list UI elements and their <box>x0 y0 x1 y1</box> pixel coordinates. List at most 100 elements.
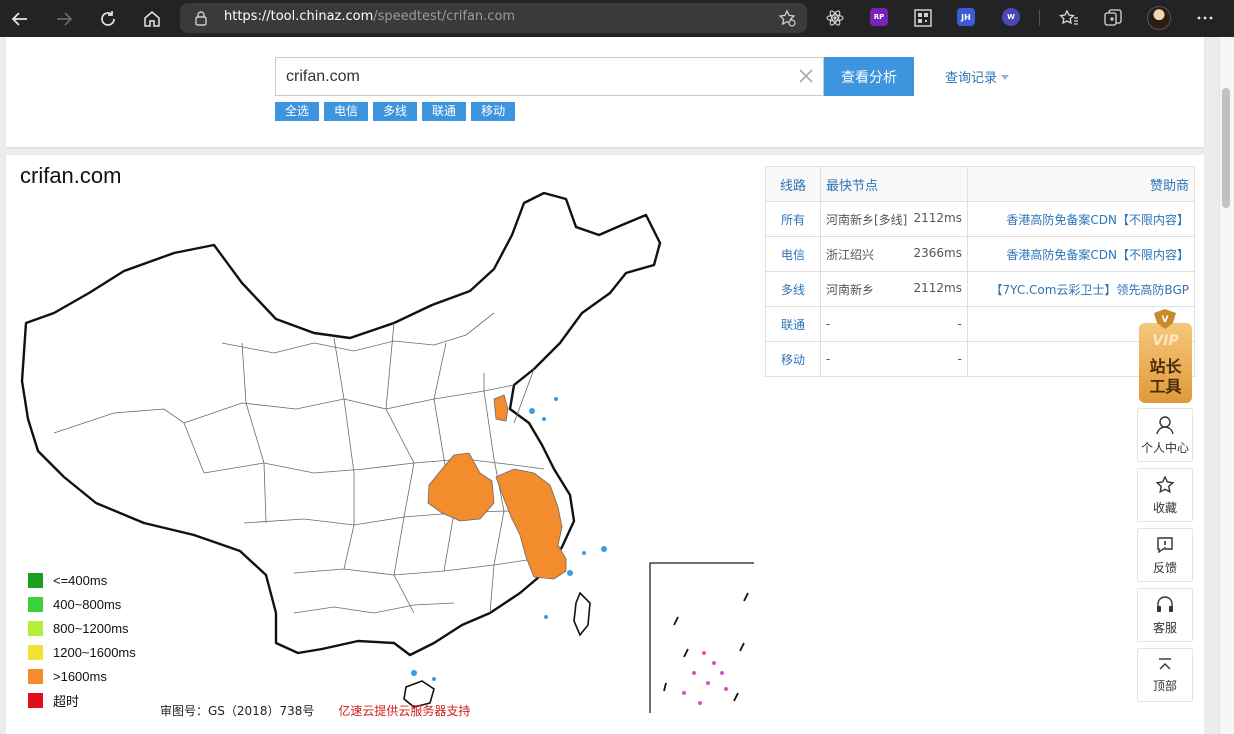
favorite-label: 收藏 <box>1152 500 1177 515</box>
cloud-support-link[interactable]: 亿速云提供云服务器支持 <box>338 704 470 718</box>
user-icon <box>1156 415 1174 434</box>
address-bar[interactable]: https://tool.chinaz.com/speedtest/crifan… <box>180 3 807 33</box>
taiwan-island <box>573 591 591 637</box>
filter-telecom[interactable]: 电信 <box>324 102 369 121</box>
browser-toolbar: https://tool.chinaz.com/speedtest/crifan… <box>0 0 1234 37</box>
row-node: 河南新乡[多线] 2112ms <box>820 201 968 237</box>
arrow-right-icon <box>57 12 73 26</box>
url-path: /speedtest/crifan.com <box>373 9 516 24</box>
domain-search-input[interactable] <box>275 57 824 96</box>
node-name: - <box>826 317 831 331</box>
latency-legend: <=400ms 400~800ms 800~1200ms 1200~1600ms… <box>28 568 136 712</box>
map-approval-number: 审图号：GS（2018）738号 <box>160 704 315 718</box>
caret-down-icon <box>1001 75 1010 80</box>
sponsor-link[interactable]: 香港高防免备案CDN【不限内容】 <box>967 201 1195 237</box>
home-button[interactable] <box>139 6 165 32</box>
react-devtools-icon[interactable] <box>826 9 844 27</box>
home-icon <box>144 11 160 27</box>
filter-unicom[interactable]: 联通 <box>422 102 467 121</box>
row-line: 所有 <box>765 201 821 237</box>
table-row: 所有 河南新乡[多线] 2112ms 香港高防免备案CDN【不限内容】 <box>765 201 1195 237</box>
favorite-button[interactable]: 收藏 <box>1137 468 1193 522</box>
analyze-button[interactable]: 查看分析 <box>824 57 914 96</box>
reload-icon <box>101 11 115 26</box>
feedback-button[interactable]: 反馈 <box>1137 528 1193 582</box>
filter-mobile[interactable]: 移动 <box>471 102 516 121</box>
favorite-add-icon[interactable] <box>778 9 796 27</box>
node-time: 2366ms <box>913 245 962 260</box>
lock-icon <box>195 11 207 26</box>
table-header-row: 线路 最快节点 赞助商 <box>765 166 1195 202</box>
legend-item: 超时 <box>28 688 136 712</box>
scrollbar-thumb[interactable] <box>1222 88 1230 208</box>
sponsor-link[interactable]: 香港高防免备案CDN【不限内容】 <box>967 236 1195 272</box>
settings-menu-button[interactable] <box>1196 9 1214 27</box>
profile-avatar[interactable] <box>1147 6 1171 30</box>
row-node: 浙江绍兴 2366ms <box>820 236 968 272</box>
sponsor-link[interactable]: 【7YC.Com云彩卫士】领先高防BGP <box>967 271 1195 307</box>
table-row: 移动 -- <box>765 341 1195 377</box>
province-jiangsu-anhui-highlight <box>495 468 567 580</box>
forward-button[interactable] <box>51 6 77 32</box>
url-text: https://tool.chinaz.com/speedtest/crifan… <box>224 9 515 24</box>
fastest-node-table: 线路 最快节点 赞助商 所有 河南新乡[多线] 2112ms 香港高防免备案CDN… <box>765 166 1195 377</box>
legend-swatch <box>28 596 43 612</box>
row-line: 电信 <box>765 236 821 272</box>
legend-label: 800~1200ms <box>53 620 129 636</box>
back-to-top-label: 顶部 <box>1152 678 1177 693</box>
node-name: - <box>826 352 831 366</box>
rp-extension-icon[interactable]: RP <box>870 8 888 26</box>
arrow-left-icon <box>11 12 27 26</box>
w-extension-icon[interactable]: W <box>1002 8 1020 26</box>
node-time: - <box>957 352 962 366</box>
query-history-label: 查询记录 <box>945 71 998 86</box>
headset-icon <box>1157 595 1173 612</box>
qr-code-icon[interactable] <box>914 9 932 27</box>
line-filters: 全选 电信 多线 联通 移动 <box>275 102 516 121</box>
user-center-label: 个人中心 <box>1140 440 1189 455</box>
row-node: -- <box>820 341 968 377</box>
vip-webmaster-tools-badge[interactable]: V VIP 站长 工具 <box>1137 309 1194 405</box>
top-icon <box>1159 657 1171 669</box>
table-row: 电信 浙江绍兴 2366ms 香港高防免备案CDN【不限内容】 <box>765 236 1195 272</box>
legend-label: 1200~1600ms <box>53 644 136 660</box>
collections-icon <box>1104 9 1122 26</box>
fastest-node-header: 最快节点 <box>826 178 879 194</box>
legend-label: <=400ms <box>53 572 108 588</box>
customer-service-button[interactable]: 客服 <box>1137 588 1193 642</box>
result-panel: crifan.com <=400ms 400~800ms 800~1200ms … <box>6 155 1204 734</box>
jh-extension-icon[interactable]: JH <box>957 8 975 26</box>
back-button[interactable] <box>7 6 33 32</box>
favorites-button[interactable] <box>1059 9 1079 27</box>
star-icon <box>1155 474 1175 493</box>
filter-multiline[interactable]: 多线 <box>373 102 418 121</box>
vip-subtitle-2: 工具 <box>1149 377 1182 396</box>
legend-swatch <box>28 572 43 588</box>
legend-item: 1200~1600ms <box>28 640 136 664</box>
back-to-top-button[interactable]: 顶部 <box>1137 648 1193 702</box>
collections-button[interactable] <box>1103 9 1123 27</box>
row-line: 多线 <box>765 271 821 307</box>
legend-swatch <box>28 620 43 636</box>
clear-icon[interactable] <box>796 66 816 86</box>
node-time: 2112ms <box>913 280 962 295</box>
svg-text:V: V <box>1162 315 1169 325</box>
reload-button[interactable] <box>95 6 121 32</box>
query-history-link[interactable]: 查询记录 <box>945 67 1010 86</box>
col-line-header: 线路 <box>765 166 821 202</box>
legend-item: <=400ms <box>28 568 136 592</box>
user-center-button[interactable]: 个人中心 <box>1137 408 1193 462</box>
row-line: 移动 <box>765 341 821 377</box>
south-china-sea-inset <box>649 562 754 713</box>
legend-item: >1600ms <box>28 664 136 688</box>
row-node: 河南新乡 2112ms <box>820 271 968 307</box>
row-node: -- <box>820 306 968 342</box>
more-icon <box>1197 16 1213 20</box>
node-name: 河南新乡[多线] <box>826 212 908 227</box>
col-sponsor-header: 赞助商 <box>967 166 1195 202</box>
node-name: 浙江绍兴 <box>826 247 875 262</box>
legend-swatch <box>28 692 43 708</box>
node-time: - <box>957 317 962 331</box>
filter-all[interactable]: 全选 <box>275 102 320 121</box>
legend-swatch <box>28 644 43 660</box>
